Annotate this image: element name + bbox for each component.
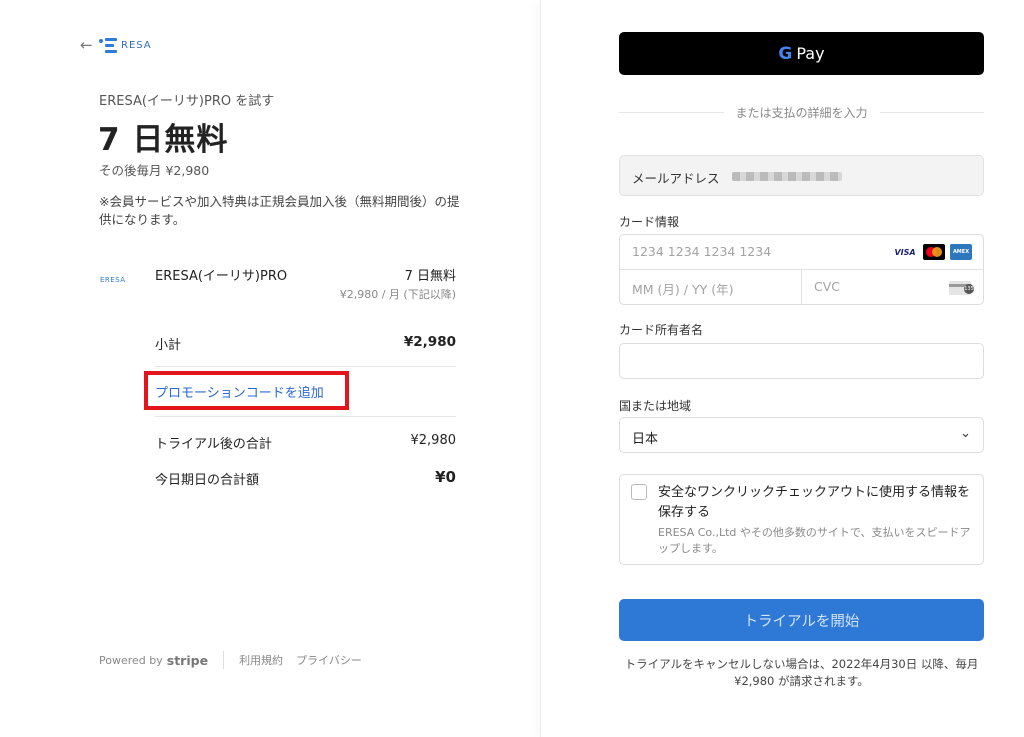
card-info-label: カード情報 (619, 215, 680, 229)
billing-notice: トライアルをキャンセルしない場合は、2022年4月30日 以降、毎月 ¥2,98… (624, 657, 979, 688)
stripe-logo[interactable]: stripe (167, 653, 208, 668)
then-price: その後毎月 ¥2,980 (99, 163, 210, 178)
after-trial-total-value: ¥2,980 (410, 433, 457, 448)
cardholder-name-input[interactable] (619, 343, 984, 379)
email-label: メールアドレス (632, 171, 720, 186)
after-trial-total-label: トライアル後の合計 (155, 437, 272, 452)
save-info-description: ERESA Co.,Ltd やその他多数のサイトで、支払いをスピードアップします… (658, 526, 971, 555)
today-total-label: 今日期日の合計額 (155, 473, 260, 488)
chevron-down-icon: ⌄ (960, 426, 971, 441)
google-pay-label: Pay (796, 44, 825, 63)
eresa-logo: RESA (99, 35, 152, 55)
product-price: 7 日無料 (404, 269, 456, 284)
product-logo-icon: ERESA (100, 276, 126, 284)
subtotal-label: 小計 (155, 338, 182, 353)
arrow-left-icon[interactable]: ← (80, 36, 93, 54)
start-trial-button[interactable]: トライアルを開始 (619, 599, 984, 641)
terms-link[interactable]: 利用規約 (239, 652, 283, 668)
email-value-redacted (732, 172, 842, 181)
footer-separator (223, 651, 225, 669)
free-period-heading: 7 日無料 (98, 122, 229, 158)
visa-icon: VISA (894, 247, 916, 257)
membership-note: ※会員サービスや加入特典は正規会員加入後（無料期間後）の提供になります。 (99, 194, 460, 227)
divider (155, 416, 456, 417)
country-value: 日本 (632, 432, 659, 447)
payment-panel: G Pay または支払の詳細を入力 メールアドレス カード情報 1234 123… (540, 0, 1024, 737)
save-info-option: 安全なワンクリックチェックアウトに使用する情報を保存する ERESA Co.,L… (619, 474, 984, 565)
google-pay-button[interactable]: G Pay (619, 32, 984, 75)
amex-icon: AMEX (950, 244, 972, 260)
subtotal-value: ¥2,980 (403, 334, 456, 350)
cvc-card-icon: 135 (949, 281, 974, 295)
powered-by-text: Powered by (99, 653, 163, 667)
expiry-input[interactable]: MM (月) / YY (年) (632, 279, 733, 298)
product-sub-price: ¥2,980 / 月 (下記以降) (339, 288, 456, 301)
trial-title: ERESA(イーリサ)PRO を試す (99, 94, 275, 109)
or-divider: または支払の詳細を入力 (619, 104, 985, 121)
card-info-group: 1234 1234 1234 1234 VISA AMEX MM (月) / Y… (619, 234, 984, 305)
today-total-value: ¥0 (435, 468, 456, 486)
logo-mark-icon (99, 35, 119, 55)
email-field[interactable]: メールアドレス (619, 155, 984, 196)
save-info-title: 安全なワンクリックチェックアウトに使用する情報を保存する (658, 485, 971, 520)
logo-text: RESA (121, 39, 152, 51)
order-summary-panel: ← RESA ERESA(イーリサ)PRO を試す 7 日無料 その後毎月 ¥2… (0, 0, 540, 737)
or-text: または支払の詳細を入力 (735, 106, 868, 120)
footer: Powered by stripe 利用規約 プライバシー (99, 651, 375, 669)
country-select[interactable]: 日本 ⌄ (619, 417, 984, 453)
cvc-input[interactable]: CVC (814, 279, 840, 294)
save-info-checkbox[interactable] (631, 484, 647, 500)
divider (155, 366, 456, 367)
country-label: 国または地域 (619, 399, 692, 413)
cardholder-name-label: カード所有者名 (619, 323, 704, 337)
privacy-link[interactable]: プライバシー (296, 652, 362, 668)
mastercard-icon (923, 244, 945, 260)
add-promo-code-link[interactable]: プロモーションコードを追加 (155, 382, 324, 401)
product-name: ERESA(イーリサ)PRO (155, 269, 288, 284)
google-g-icon: G (778, 43, 793, 64)
card-number-input[interactable]: 1234 1234 1234 1234 (632, 244, 771, 259)
